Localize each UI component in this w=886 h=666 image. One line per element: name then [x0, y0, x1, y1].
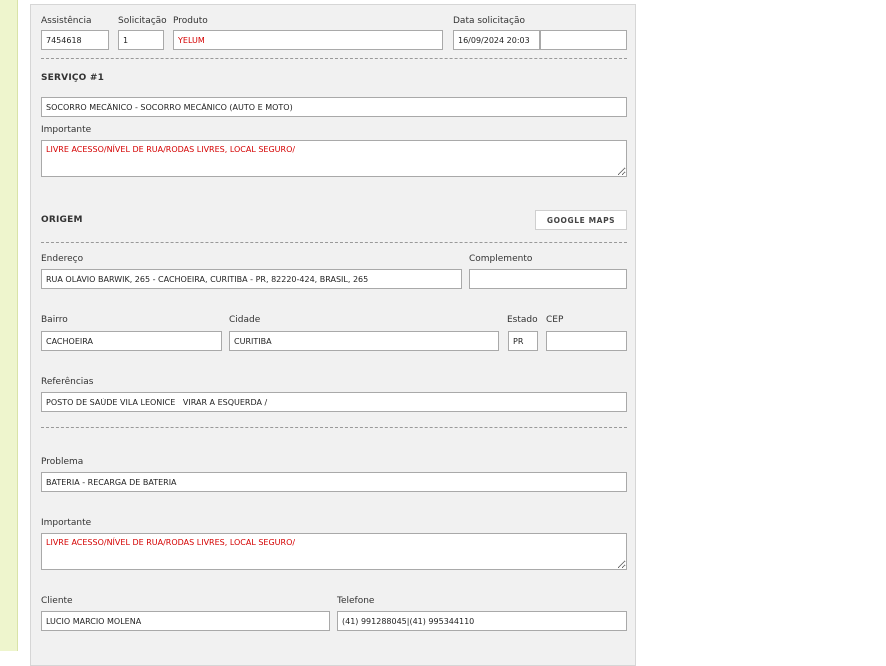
telefone-field[interactable] — [337, 611, 627, 631]
servico-title: SERVIÇO #1 — [41, 73, 105, 83]
cep-field[interactable] — [546, 331, 627, 351]
solicitacao-label: Solicitação — [118, 16, 167, 26]
servico-importante-label: Importante — [41, 125, 92, 135]
endereco-field[interactable] — [41, 269, 462, 289]
cliente-label: Cliente — [41, 596, 73, 606]
google-maps-button[interactable]: GOOGLE MAPS — [535, 210, 627, 230]
data-solicitacao-field[interactable] — [453, 30, 540, 50]
endereco-label: Endereço — [41, 254, 84, 264]
cidade-label: Cidade — [229, 315, 261, 325]
left-sidebar-strip — [0, 0, 18, 651]
bairro-label: Bairro — [41, 315, 68, 325]
bairro-field[interactable] — [41, 331, 222, 351]
produto-field[interactable] — [173, 30, 443, 50]
assistencia-label: Assistência — [41, 16, 92, 26]
cep-label: CEP — [546, 315, 564, 325]
complemento-label: Complemento — [469, 254, 533, 264]
divider — [41, 242, 627, 243]
hora-extra-field[interactable] — [540, 30, 627, 50]
problema-importante-textarea[interactable]: LIVRE ACESSO/NÍVEL DE RUA/RODAS LIVRES, … — [41, 533, 627, 570]
produto-label: Produto — [173, 16, 208, 26]
referencias-label: Referências — [41, 377, 94, 387]
data-solicitacao-label: Data solicitação — [453, 16, 526, 26]
problema-field[interactable] — [41, 472, 627, 492]
solicitacao-field[interactable] — [118, 30, 164, 50]
servico-field[interactable] — [41, 97, 627, 117]
origem-title: ORIGEM — [41, 215, 83, 225]
estado-label: Estado — [507, 315, 538, 325]
telefone-label: Telefone — [337, 596, 375, 606]
servico-importante-textarea[interactable]: LIVRE ACESSO/NÍVEL DE RUA/RODAS LIVRES, … — [41, 140, 627, 177]
cidade-field[interactable] — [229, 331, 499, 351]
problema-importante-label: Importante — [41, 518, 92, 528]
assistencia-field[interactable] — [41, 30, 109, 50]
referencias-field[interactable] — [41, 392, 627, 412]
cliente-field[interactable] — [41, 611, 330, 631]
estado-field[interactable] — [508, 331, 538, 351]
divider — [41, 58, 627, 59]
problema-label: Problema — [41, 457, 84, 467]
divider — [41, 427, 627, 428]
complemento-field[interactable] — [469, 269, 627, 289]
service-request-form: Assistência Solicitação Produto Data sol… — [30, 4, 636, 666]
